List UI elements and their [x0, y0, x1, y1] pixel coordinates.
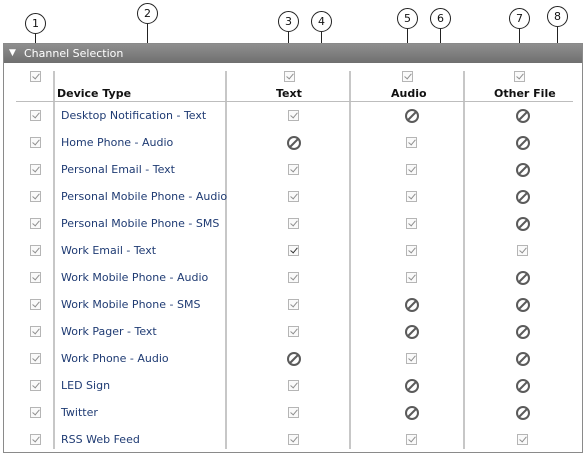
callout-6: 6	[430, 8, 451, 29]
row-select-checkbox[interactable]	[30, 191, 41, 202]
header-divider	[16, 101, 573, 102]
audio-not-available-icon	[405, 298, 419, 312]
device-type-label: Work Phone - Audio	[61, 352, 169, 365]
callout-1: 1	[25, 13, 46, 34]
other-file-column-checkbox[interactable]	[514, 71, 525, 82]
device-type-label: Personal Mobile Phone - SMS	[61, 217, 220, 230]
other-not-available-icon	[516, 163, 530, 177]
audio-channel-checkbox[interactable]	[406, 272, 417, 283]
column-header-device-type: Device Type	[57, 87, 132, 100]
device-type-label: Personal Mobile Phone - Audio	[61, 190, 228, 203]
audio-channel-checkbox[interactable]	[406, 245, 417, 256]
other-channel-checkbox[interactable]	[517, 245, 528, 256]
other-not-available-icon	[516, 406, 530, 420]
channel-selection-panel: ▼ Channel Selection Device Type Text Aud…	[3, 43, 583, 453]
text-channel-checkbox[interactable]	[288, 299, 299, 310]
row-select-checkbox[interactable]	[30, 434, 41, 445]
audio-not-available-icon	[405, 406, 419, 420]
triangle-down-icon[interactable]: ▼	[9, 44, 16, 63]
other-not-available-icon	[516, 271, 530, 285]
other-channel-checkbox[interactable]	[517, 434, 528, 445]
panel-title: Channel Selection	[24, 47, 124, 60]
callout-4: 4	[311, 11, 332, 32]
other-not-available-icon	[516, 352, 530, 366]
row-select-checkbox[interactable]	[30, 164, 41, 175]
other-not-available-icon	[516, 109, 530, 123]
row-select-checkbox[interactable]	[30, 407, 41, 418]
audio-channel-checkbox[interactable]	[406, 353, 417, 364]
audio-channel-checkbox[interactable]	[406, 164, 417, 175]
text-channel-checkbox[interactable]	[288, 245, 299, 256]
row-select-checkbox[interactable]	[30, 299, 41, 310]
audio-channel-checkbox[interactable]	[406, 434, 417, 445]
text-not-available-icon	[287, 136, 301, 150]
audio-column-checkbox[interactable]	[402, 71, 413, 82]
row-select-checkbox[interactable]	[30, 353, 41, 364]
device-type-label: Work Pager - Text	[61, 325, 157, 338]
audio-not-available-icon	[405, 325, 419, 339]
audio-channel-checkbox[interactable]	[406, 218, 417, 229]
other-not-available-icon	[516, 190, 530, 204]
column-header-other-file: Other File	[494, 87, 556, 100]
audio-not-available-icon	[405, 109, 419, 123]
callout-7: 7	[509, 8, 530, 29]
row-select-checkbox[interactable]	[30, 218, 41, 229]
column-separator-device	[53, 71, 55, 449]
other-not-available-icon	[516, 136, 530, 150]
device-type-label: Work Mobile Phone - Audio	[61, 271, 209, 284]
other-not-available-icon	[516, 379, 530, 393]
text-channel-checkbox[interactable]	[288, 191, 299, 202]
select-all-checkbox[interactable]	[30, 71, 41, 82]
column-separator-other	[463, 71, 465, 449]
panel-header[interactable]: ▼ Channel Selection	[4, 44, 582, 63]
text-channel-checkbox[interactable]	[288, 110, 299, 121]
device-type-label: LED Sign	[61, 379, 111, 392]
text-channel-checkbox[interactable]	[288, 380, 299, 391]
other-not-available-icon	[516, 217, 530, 231]
column-header-audio: Audio	[391, 87, 427, 100]
column-separator-text	[225, 71, 227, 449]
text-channel-checkbox[interactable]	[288, 407, 299, 418]
text-channel-checkbox[interactable]	[288, 272, 299, 283]
device-type-label: Personal Email - Text	[61, 163, 175, 176]
callout-2: 2	[137, 3, 158, 24]
row-select-checkbox[interactable]	[30, 326, 41, 337]
row-select-checkbox[interactable]	[30, 245, 41, 256]
column-header-text: Text	[276, 87, 302, 100]
device-type-label: Work Email - Text	[61, 244, 157, 257]
device-type-label: Desktop Notification - Text	[61, 109, 207, 122]
text-column-checkbox[interactable]	[284, 71, 295, 82]
text-channel-checkbox[interactable]	[288, 434, 299, 445]
row-select-checkbox[interactable]	[30, 137, 41, 148]
device-type-label: RSS Web Feed	[61, 433, 140, 446]
device-type-label: Twitter	[61, 406, 98, 419]
callout-8: 8	[547, 6, 568, 27]
other-not-available-icon	[516, 298, 530, 312]
row-select-checkbox[interactable]	[30, 110, 41, 121]
other-not-available-icon	[516, 325, 530, 339]
column-separator-audio	[349, 71, 351, 449]
callout-3: 3	[278, 11, 299, 32]
device-type-label: Home Phone - Audio	[61, 136, 174, 149]
audio-channel-checkbox[interactable]	[406, 137, 417, 148]
callout-5: 5	[397, 8, 418, 29]
device-type-label: Work Mobile Phone - SMS	[61, 298, 201, 311]
row-select-checkbox[interactable]	[30, 272, 41, 283]
text-channel-checkbox[interactable]	[288, 326, 299, 337]
text-channel-checkbox[interactable]	[288, 218, 299, 229]
text-not-available-icon	[287, 352, 301, 366]
text-channel-checkbox[interactable]	[288, 164, 299, 175]
audio-channel-checkbox[interactable]	[406, 191, 417, 202]
row-select-checkbox[interactable]	[30, 380, 41, 391]
audio-not-available-icon	[405, 379, 419, 393]
